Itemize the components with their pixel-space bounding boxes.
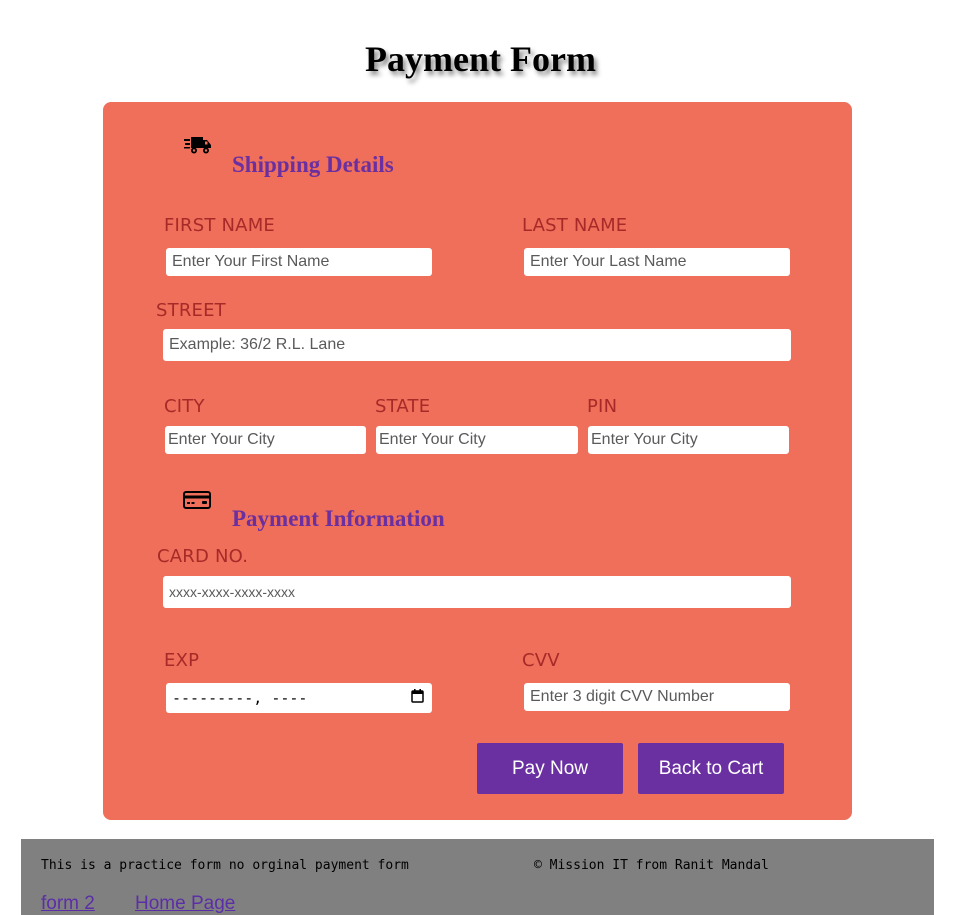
- state-label: STATE: [375, 396, 431, 417]
- footer-note: This is a practice form no orginal payme…: [41, 858, 409, 873]
- city-input[interactable]: [165, 426, 366, 454]
- calendar-icon[interactable]: [411, 688, 424, 708]
- last-name-input[interactable]: [524, 248, 790, 276]
- city-label: CITY: [164, 396, 205, 417]
- first-name-label: FIRST NAME: [164, 215, 275, 236]
- exp-date-value: ---------, ----: [172, 689, 308, 707]
- exp-label: EXP: [164, 650, 200, 671]
- pin-label: PIN: [587, 396, 618, 417]
- exp-date-input[interactable]: ---------, ----: [166, 683, 432, 713]
- pin-input[interactable]: [588, 426, 789, 454]
- cvv-label: CVV: [522, 650, 560, 671]
- payment-information-heading: Payment Information: [232, 506, 445, 531]
- back-to-cart-button[interactable]: Back to Cart: [638, 743, 784, 794]
- street-label: STREET: [156, 300, 226, 321]
- cvv-input[interactable]: [524, 683, 790, 711]
- first-name-input[interactable]: [166, 248, 432, 276]
- last-name-label: LAST NAME: [522, 215, 628, 236]
- home-page-link[interactable]: Home Page: [135, 893, 235, 915]
- page-title: Payment Form: [365, 39, 596, 79]
- footer-copyright: © Mission IT from Ranit Mandal: [534, 858, 769, 873]
- card-number-label: CARD NO.: [157, 546, 249, 567]
- truck-icon: [184, 135, 212, 160]
- street-input[interactable]: [163, 329, 791, 361]
- pay-now-button[interactable]: Pay Now: [477, 743, 623, 794]
- state-input[interactable]: [376, 426, 578, 454]
- footer: This is a practice form no orginal payme…: [21, 839, 934, 915]
- card-number-input[interactable]: [163, 576, 791, 608]
- credit-card-icon: [183, 491, 211, 514]
- payment-form-card: Shipping Details FIRST NAME LAST NAME ST…: [103, 102, 852, 820]
- shipping-details-heading: Shipping Details: [232, 152, 394, 177]
- form-2-link[interactable]: form 2: [41, 893, 95, 915]
